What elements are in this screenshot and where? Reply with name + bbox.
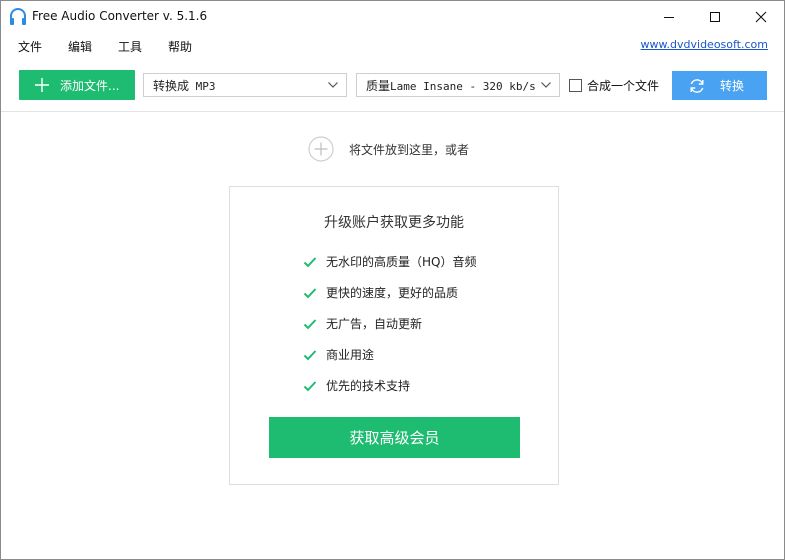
merge-option[interactable]: 合成一个文件 (569, 77, 659, 94)
window-title: Free Audio Converter v. 5.1.6 (32, 9, 208, 23)
feature-label: 更快的速度，更好的品质 (326, 286, 459, 300)
upgrade-card: 升级账户获取更多功能 无水印的高质量（HQ）音频 更快的速度，更好的品质 无广告… (229, 186, 559, 485)
feature-item: 无广告，自动更新 (303, 315, 422, 332)
format-select-value: 转换成 MP3 (153, 77, 216, 94)
quality-prefix: 质量 (366, 78, 391, 93)
chevron-down-icon (541, 82, 551, 88)
website-link[interactable]: www.dvdvideosoft.com (641, 38, 768, 51)
close-button[interactable] (738, 1, 784, 32)
headphones-icon (8, 7, 28, 27)
merge-checkbox[interactable] (569, 79, 582, 92)
quality-value: Lame Insane - 320 kb/s (390, 79, 536, 93)
maximize-button[interactable] (692, 1, 738, 32)
toolbar: 添加文件... 转换成 MP3 质量Lame Insane - 320 kb/s… (1, 64, 784, 108)
menu-bar: 文件 编辑 工具 帮助 www.dvdvideosoft.com (1, 34, 784, 58)
maximize-icon (710, 11, 720, 22)
convert-button[interactable]: 转换 (672, 71, 767, 100)
feature-item: 无水印的高质量（HQ）音频 (303, 253, 476, 270)
get-premium-button[interactable]: 获取高级会员 (269, 417, 520, 458)
menu-tools[interactable]: 工具 (118, 38, 142, 55)
menu-help[interactable]: 帮助 (168, 38, 192, 55)
menu-file[interactable]: 文件 (18, 38, 42, 55)
drop-zone[interactable]: 将文件放到这里，或者 (308, 136, 469, 162)
feature-label: 无广告，自动更新 (326, 317, 423, 331)
plus-icon (35, 78, 49, 92)
feature-label: 优先的技术支持 (326, 379, 411, 393)
app-window: Free Audio Converter v. 5.1.6 文件 编辑 工具 帮… (0, 0, 785, 560)
quality-select-value: 质量Lame Insane - 320 kb/s (366, 77, 536, 94)
quality-select[interactable]: 质量Lame Insane - 320 kb/s (356, 73, 560, 97)
format-value: MP3 (195, 79, 216, 93)
drop-hint: 将文件放到这里，或者 (349, 142, 470, 157)
close-icon (755, 11, 767, 22)
toolbar-divider (1, 111, 784, 112)
feature-item: 商业用途 (303, 346, 374, 363)
add-files-label: 添加文件... (60, 78, 120, 93)
menu-edit[interactable]: 编辑 (68, 38, 92, 55)
upgrade-title: 升级账户获取更多功能 (324, 215, 464, 231)
merge-label: 合成一个文件 (587, 79, 660, 93)
feature-item: 更快的速度，更好的品质 (303, 284, 458, 301)
convert-label: 转换 (720, 79, 745, 93)
refresh-icon (690, 78, 704, 93)
check-icon (303, 287, 317, 298)
check-icon (303, 256, 317, 267)
add-files-button[interactable]: 添加文件... (19, 70, 135, 100)
add-circle-icon[interactable] (308, 136, 334, 162)
minimize-button[interactable] (646, 1, 692, 32)
chevron-down-icon (328, 82, 338, 88)
check-icon (303, 380, 317, 391)
check-icon (303, 318, 317, 329)
check-icon (303, 349, 317, 360)
format-prefix: 转换成 (153, 78, 190, 93)
feature-item: 优先的技术支持 (303, 377, 410, 394)
feature-label: 商业用途 (326, 348, 375, 362)
feature-label: 无水印的高质量（HQ）音频 (326, 255, 477, 269)
title-bar[interactable]: Free Audio Converter v. 5.1.6 (1, 1, 784, 32)
minimize-icon (664, 16, 674, 18)
format-select[interactable]: 转换成 MP3 (143, 73, 347, 97)
